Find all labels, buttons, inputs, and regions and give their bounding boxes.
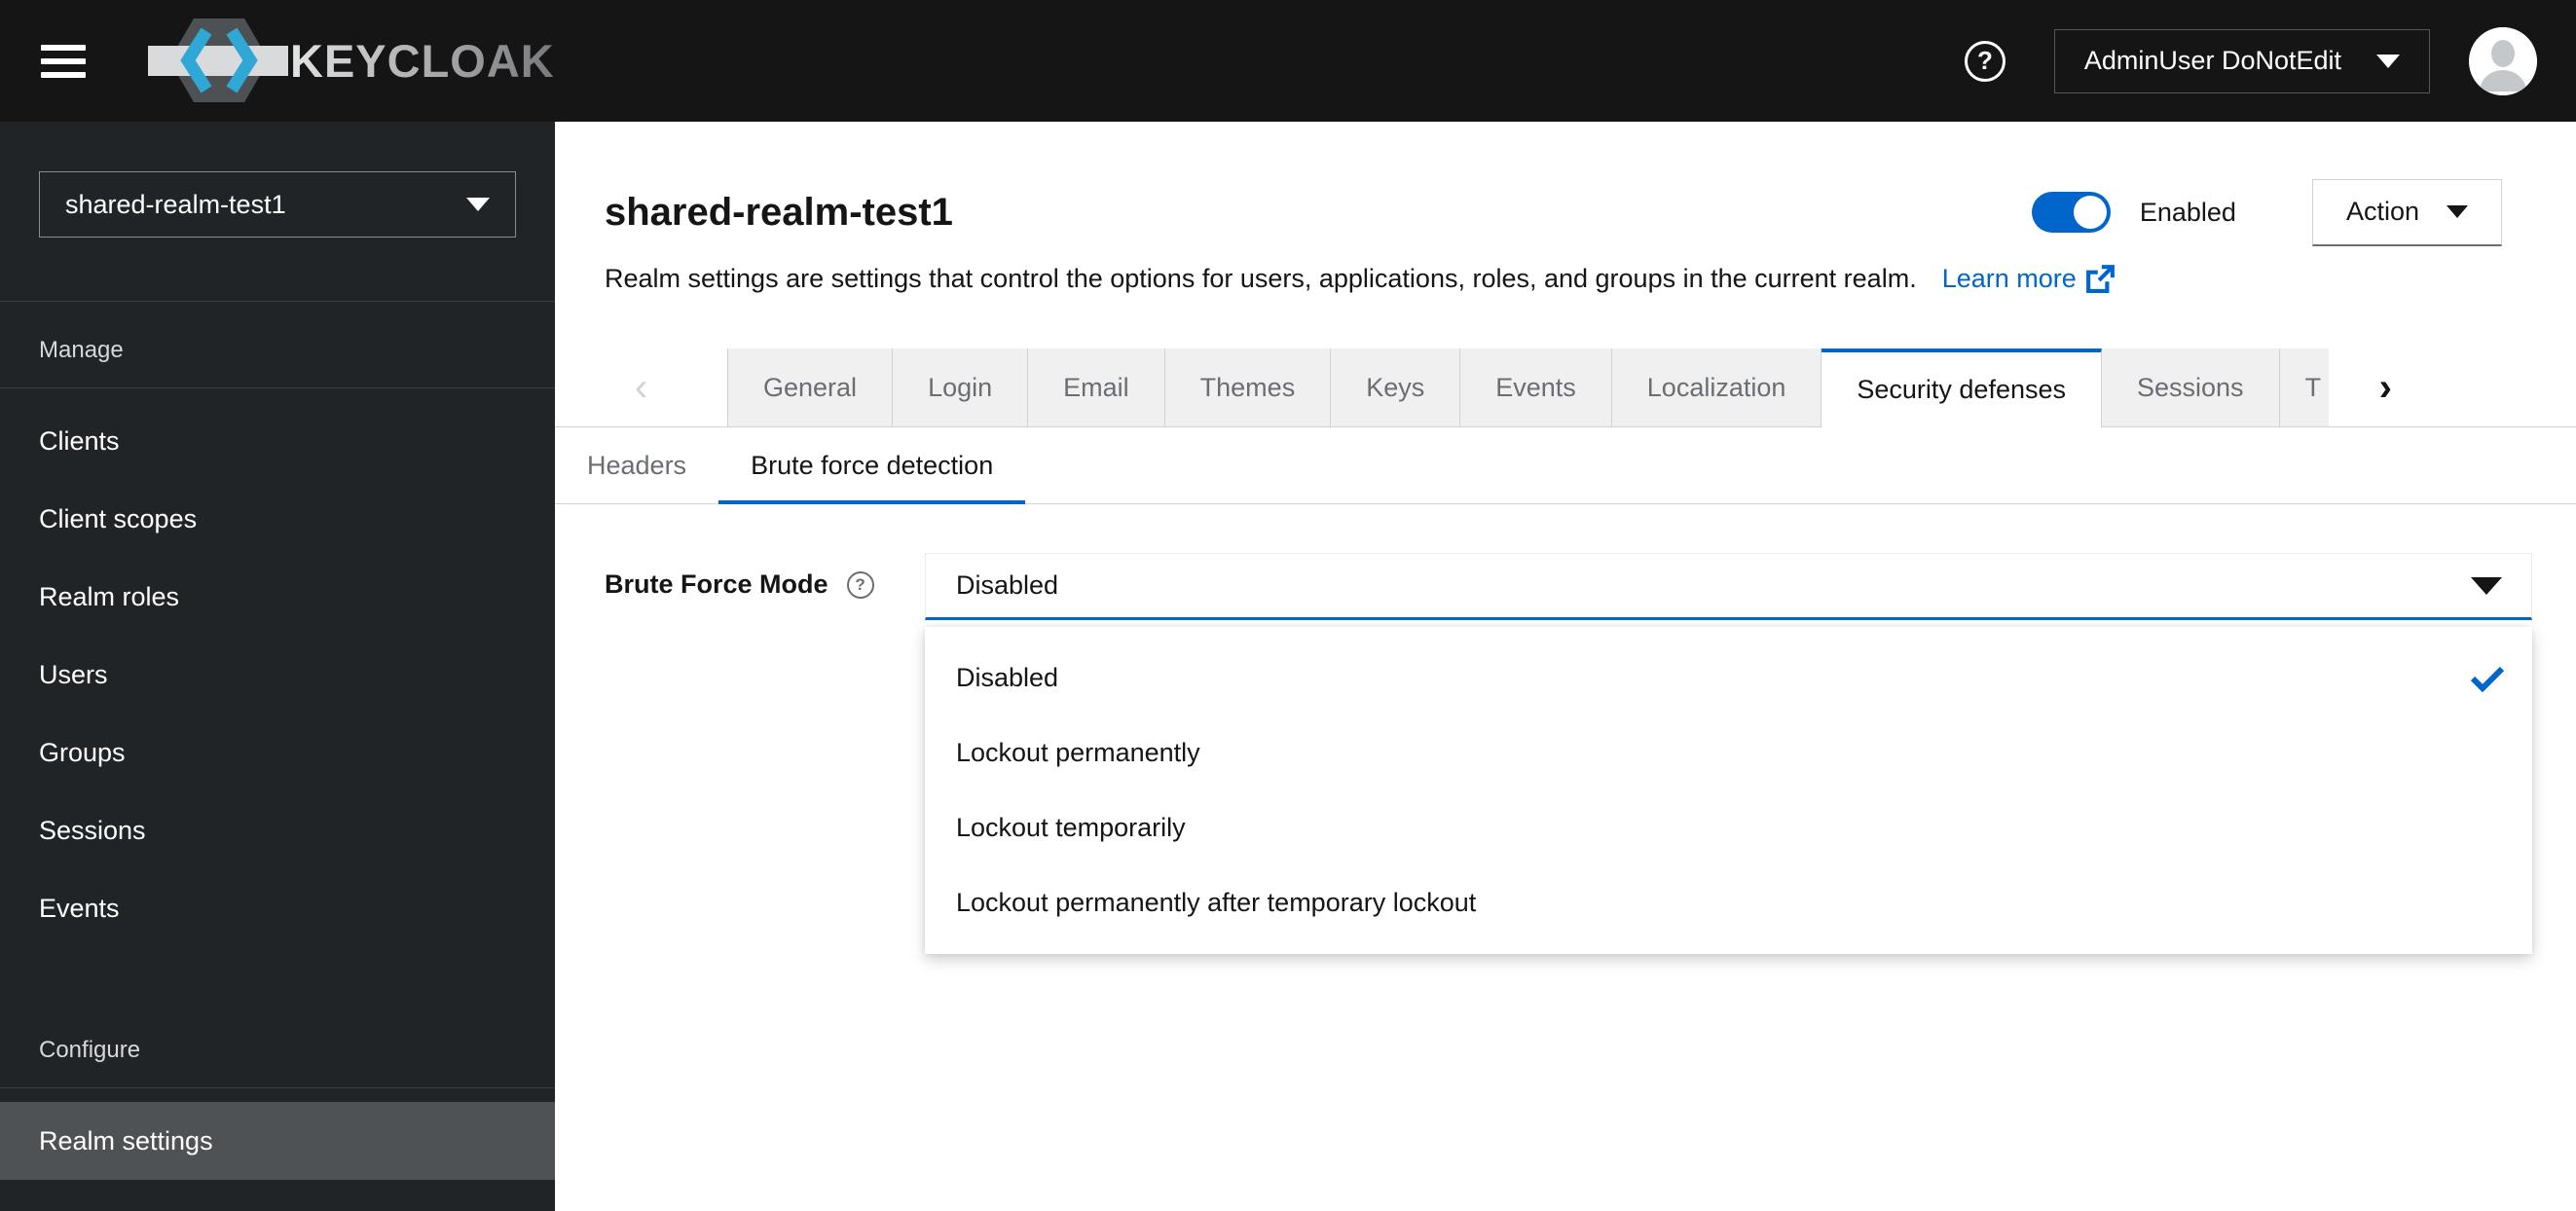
tab-sessions[interactable]: Sessions: [2102, 349, 2280, 426]
tab-security-defenses[interactable]: Security defenses: [1822, 349, 2102, 427]
chevron-down-icon: [2376, 54, 2400, 68]
nav-section-title-manage: Manage: [0, 301, 555, 388]
description-row: Realm settings are settings that control…: [605, 262, 2502, 295]
sidebar-item-clients[interactable]: Clients: [0, 402, 555, 480]
keycloak-logo-icon: KEYCLOAK: [148, 18, 555, 102]
tab-login[interactable]: Login: [893, 349, 1029, 426]
option-lockout-temporarily[interactable]: Lockout temporarily: [925, 790, 2532, 865]
action-dropdown-button[interactable]: Action: [2311, 178, 2502, 246]
hamburger-menu-icon[interactable]: [41, 44, 86, 78]
main-content: shared-realm-test1 Enabled Action Realm …: [555, 122, 2576, 1211]
sidebar-nav: Manage Clients Client scopes Realm roles Us…: [0, 301, 555, 1197]
learn-more-label: Learn more: [1941, 263, 2077, 293]
tab-themes[interactable]: Themes: [1164, 349, 1332, 426]
chevron-down-icon: [2447, 205, 2468, 218]
tab-keys[interactable]: Keys: [1331, 349, 1461, 426]
brute-force-mode-menu: Disabled Lockout permanently Lockout tempo…: [925, 627, 2532, 954]
avatar-icon: [2469, 26, 2537, 95]
masthead-right: ? AdminUser DoNotEdit: [1964, 26, 2537, 95]
masthead: KEYCLOAK ? AdminUser DoNotEdit: [0, 0, 2576, 122]
option-disabled[interactable]: Disabled: [925, 641, 2532, 716]
tab-localization[interactable]: Localization: [1611, 349, 1822, 426]
tabs-items: General Login Email Themes Keys Events Localiz…: [727, 349, 2329, 427]
nav-section-title-configure: Configure: [0, 965, 555, 1088]
subtab-brute-force-detection[interactable]: Brute force detection: [718, 427, 1026, 504]
tab-email[interactable]: Email: [1028, 349, 1165, 426]
nav-items-configure: Realm settings: [0, 1088, 555, 1197]
realm-description: Realm settings are settings that control…: [605, 263, 1917, 293]
user-menu-label: AdminUser DoNotEdit: [2083, 46, 2341, 75]
check-icon: [2470, 665, 2505, 692]
action-button-label: Action: [2345, 197, 2419, 226]
enabled-label: Enabled: [2139, 197, 2236, 227]
content-header: shared-realm-test1 Enabled Action Realm …: [555, 178, 2576, 295]
tabs-scroll-left-button[interactable]: ‹: [555, 349, 727, 426]
sidebar-item-groups[interactable]: Groups: [0, 714, 555, 791]
field-help-icon[interactable]: ?: [846, 570, 874, 599]
external-link-icon: [2085, 264, 2115, 293]
tab-general[interactable]: General: [727, 349, 894, 426]
page-title: shared-realm-test1: [605, 191, 953, 234]
select-wrap: Disabled Disabled Lockout permanently Lock…: [925, 553, 2532, 954]
enabled-toggle[interactable]: [2031, 192, 2111, 233]
option-lockout-permanently[interactable]: Lockout permanently: [925, 716, 2532, 790]
learn-more-link[interactable]: Learn more: [1942, 263, 2116, 295]
select-value: Disabled: [956, 570, 1059, 600]
toggle-knob: [2073, 196, 2107, 229]
sidebar: shared-realm-test1 Manage Clients Client …: [0, 122, 555, 1211]
sidebar-item-users[interactable]: Users: [0, 636, 555, 714]
nav-items-manage: Clients Client scopes Realm roles Users Grou…: [0, 388, 555, 965]
user-menu-button[interactable]: AdminUser DoNotEdit: [2053, 28, 2430, 93]
keycloak-logo: KEYCLOAK: [144, 10, 602, 112]
keycloak-logo-text: KEYCLOAK: [290, 35, 555, 87]
sidebar-item-realm-settings[interactable]: Realm settings: [0, 1102, 555, 1180]
sidebar-item-events[interactable]: Events: [0, 869, 555, 947]
tab-events[interactable]: Events: [1460, 349, 1612, 426]
brute-force-mode-label: Brute Force Mode: [605, 569, 828, 599]
option-label: Lockout permanently: [956, 738, 1200, 767]
brute-force-mode-select[interactable]: Disabled: [925, 553, 2532, 620]
tab-t[interactable]: T: [2279, 349, 2329, 426]
tabs-scroll-right-button[interactable]: ›: [2329, 349, 2576, 426]
chevron-down-icon: [2471, 576, 2502, 595]
option-label: Disabled: [956, 663, 1059, 692]
title-row: shared-realm-test1 Enabled Action: [605, 178, 2502, 246]
sidebar-item-realm-roles[interactable]: Realm roles: [0, 558, 555, 636]
tabs-bar: ‹ General Login Email Themes Keys Events Local…: [555, 349, 2576, 427]
brute-force-form: Brute Force Mode ? Disabled Disabled Lock…: [555, 553, 2576, 954]
subtab-headers[interactable]: Headers: [555, 427, 718, 503]
realm-selector[interactable]: shared-realm-test1: [39, 171, 516, 238]
subtabs: Headers Brute force detection: [555, 427, 2576, 504]
sidebar-item-sessions[interactable]: Sessions: [0, 791, 555, 869]
page: shared-realm-test1 Manage Clients Client …: [0, 122, 2576, 1211]
help-glyph: ?: [1976, 46, 1993, 75]
option-lockout-permanently-after-temporary-lockout[interactable]: Lockout permanently after temporary lock…: [925, 865, 2532, 940]
toggle-group: Enabled Action: [2031, 178, 2502, 246]
option-label: Lockout permanently after temporary lock…: [956, 888, 1477, 917]
realm-selector-value: shared-realm-test1: [65, 189, 286, 219]
help-glyph: ?: [855, 574, 865, 594]
help-icon[interactable]: ?: [1964, 40, 2006, 82]
option-label: Lockout temporarily: [956, 813, 1186, 842]
avatar[interactable]: [2469, 26, 2537, 95]
chevron-down-icon: [466, 198, 490, 211]
sidebar-item-client-scopes[interactable]: Client scopes: [0, 480, 555, 558]
field-label-wrap: Brute Force Mode ?: [605, 553, 925, 600]
angle-left-icon: ‹: [634, 365, 648, 409]
angle-right-icon: ›: [2378, 365, 2392, 409]
